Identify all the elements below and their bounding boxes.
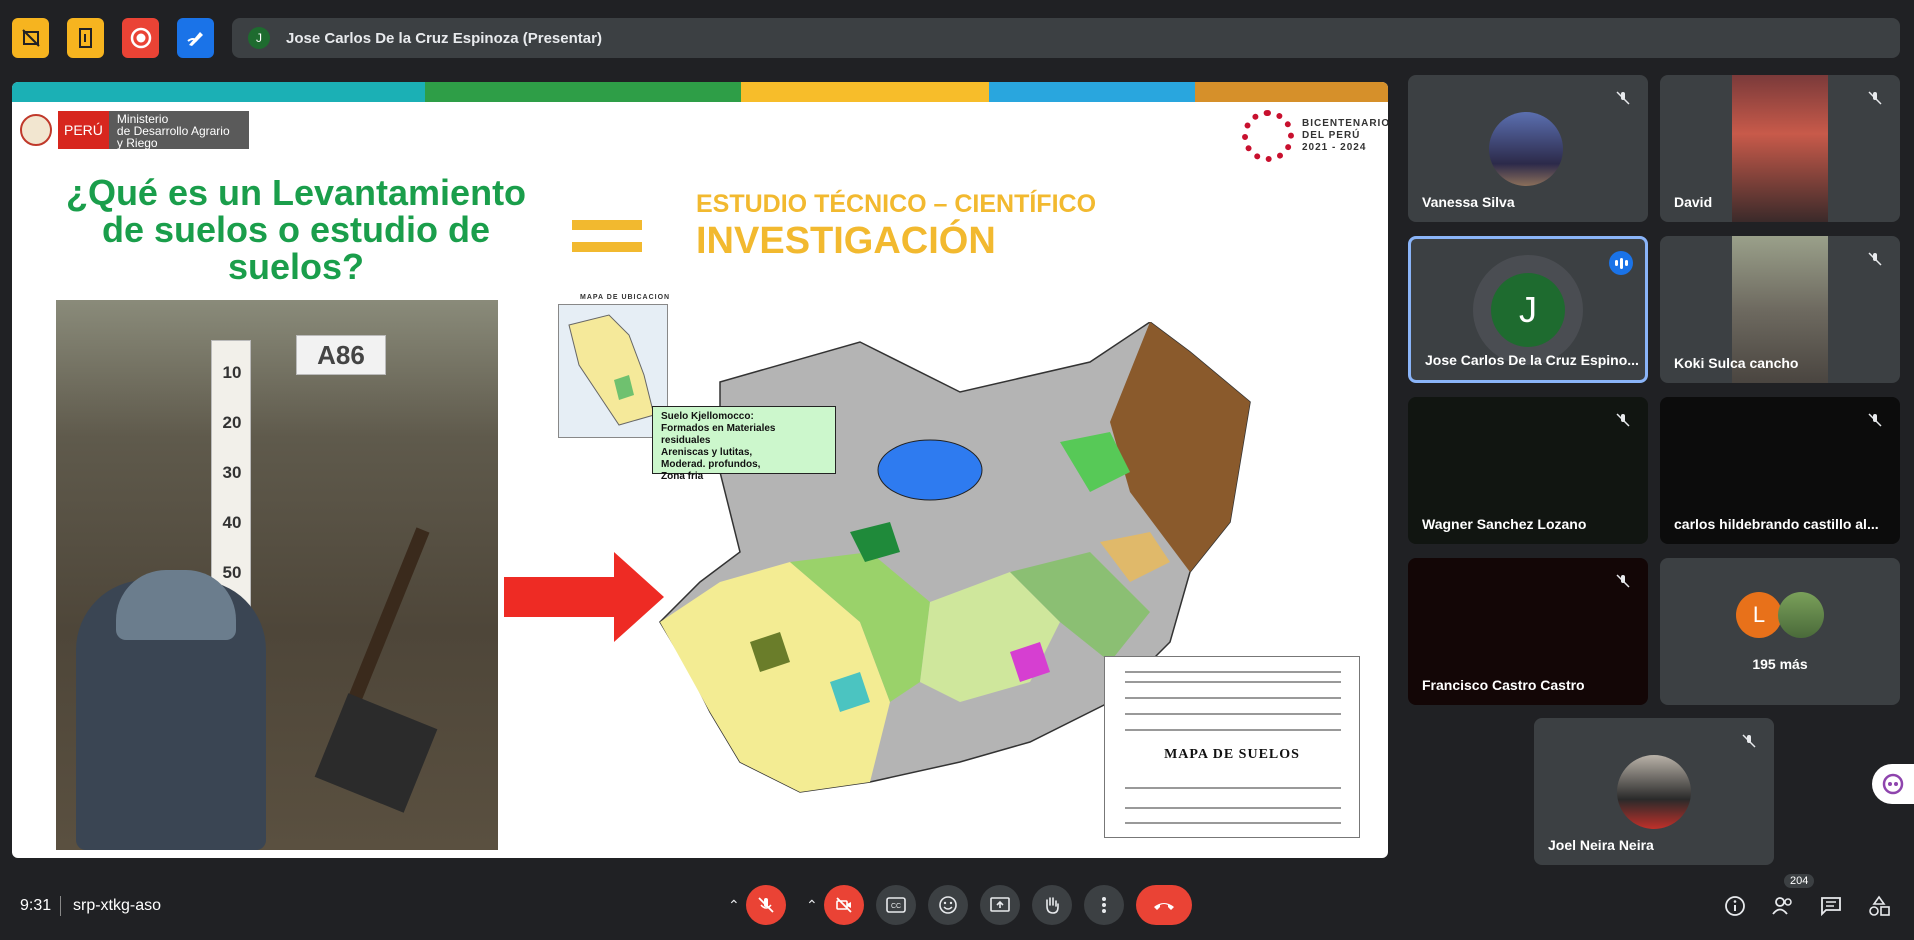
hand-icon [1046, 897, 1059, 914]
meeting-details-button[interactable] [1722, 893, 1748, 919]
ministry-name: Ministerio de Desarrollo Agrario y Riego [108, 111, 249, 149]
participant-tile[interactable]: J Jose Carlos De la Cruz Espino... [1408, 236, 1648, 383]
more-participants-label: 195 más [1752, 656, 1808, 672]
mic-off-icon [1612, 87, 1634, 109]
leave-call-button[interactable] [1136, 885, 1192, 925]
meet-window: J Jose Carlos De la Cruz Espinoza (Prese… [0, 0, 1914, 940]
participant-tile[interactable]: Wagner Sanchez Lozano [1408, 397, 1648, 544]
present-icon [990, 897, 1010, 912]
mic-toggle-button[interactable] [746, 885, 786, 925]
participant-name: carlos hildebrando castillo al... [1674, 516, 1879, 532]
hang-up-icon [1154, 903, 1174, 910]
participant-name: Wagner Sanchez Lozano [1422, 516, 1587, 532]
video-feed [1732, 75, 1828, 222]
raise-hand-button[interactable] [1032, 885, 1072, 925]
shovel-blade [314, 693, 438, 813]
soil-callout: Suelo Kjellomocco: Formados en Materiale… [652, 406, 836, 482]
meeting-code: srp-xtkg-aso [73, 897, 162, 914]
no-captions-icon[interactable] [12, 18, 49, 58]
participant-tile[interactable]: Joel Neira Neira [1534, 718, 1774, 865]
mic-off-icon [1612, 409, 1634, 431]
participant-tile[interactable]: David [1660, 75, 1900, 222]
avatar: L [1736, 592, 1782, 638]
activities-shapes-icon [1869, 895, 1890, 916]
mic-off-icon [758, 897, 774, 913]
avatar [1778, 592, 1824, 638]
captions-icon: CC [886, 897, 906, 913]
captions-button[interactable]: CC [876, 885, 916, 925]
mic-off-icon [1864, 409, 1886, 431]
participant-name: Joel Neira Neira [1548, 837, 1654, 853]
slide-question: ¿Qué es un Levantamiento de suelos o est… [65, 172, 527, 287]
participant-name: Francisco Castro Castro [1422, 677, 1585, 693]
peru-shield-icon [20, 114, 52, 146]
present-screen-button[interactable] [980, 885, 1020, 925]
record-icon[interactable] [122, 18, 159, 58]
participant-tile[interactable]: Vanessa Silva [1408, 75, 1648, 222]
shovel-handle [349, 527, 430, 700]
emoji-icon [939, 896, 957, 914]
mic-off-icon [1612, 570, 1634, 592]
clock-time: 9:31 [20, 897, 52, 914]
info-icon [1725, 896, 1745, 916]
more-vert-icon [1102, 897, 1106, 913]
legend-title: MAPA DE SUELOS [1164, 747, 1300, 762]
whiteboard-pen-icon[interactable] [177, 18, 214, 58]
bicentenario-text: BICENTENARIO DEL PERÚ 2021 - 2024 [1302, 118, 1388, 153]
chat-icon [1821, 897, 1841, 916]
slide-main-title: INVESTIGACIÓN [696, 220, 996, 262]
people-count-badge: 204 [1784, 874, 1815, 888]
equals-sign-icon [572, 220, 642, 264]
presenter-avatar: J [248, 27, 270, 49]
mic-off-icon [1864, 87, 1886, 109]
participant-tile[interactable]: Koki Sulca cancho [1660, 236, 1900, 383]
presenter-label: Jose Carlos De la Cruz Espinoza (Present… [286, 29, 602, 47]
reactions-button[interactable] [928, 885, 968, 925]
mic-off-icon [1864, 248, 1886, 270]
speaking-icon [1609, 251, 1633, 275]
mic-off-icon [1738, 730, 1760, 752]
map-legend: MAPA DE SUELOS [1104, 656, 1360, 838]
video-options-chevron-icon[interactable]: ⌃ [806, 897, 818, 914]
ministry-peru: PERÚ [58, 111, 109, 149]
soil-profile-photo: 10 20 30 40 50 60 70 80 90 A86 [56, 300, 498, 850]
top-toolbar [12, 18, 214, 58]
camera-off-icon [836, 897, 852, 913]
camera-toggle-button[interactable] [824, 885, 864, 925]
chat-button[interactable] [1818, 893, 1844, 919]
sample-tag: A86 [296, 335, 386, 375]
door-exit-icon[interactable] [67, 18, 104, 58]
participant-name: David [1674, 194, 1713, 210]
participant-name: Jose Carlos De la Cruz Espino... [1425, 352, 1639, 368]
avatar [1617, 755, 1691, 829]
more-participants-tile[interactable]: L 195 más [1660, 558, 1900, 705]
slide-color-strip [12, 82, 1388, 102]
presenter-bar[interactable]: J Jose Carlos De la Cruz Espinoza (Prese… [232, 18, 1900, 58]
more-options-button[interactable] [1084, 885, 1124, 925]
participant-name: Vanessa Silva [1422, 194, 1515, 210]
avatar [1489, 112, 1563, 186]
avatar: J [1491, 273, 1565, 347]
participant-tile[interactable]: Francisco Castro Castro [1408, 558, 1648, 705]
ministry-logo: PERÚ Ministerio de Desarrollo Agrario y … [20, 110, 249, 150]
participant-name: Koki Sulca cancho [1674, 355, 1799, 371]
participant-tile[interactable]: carlos hildebrando castillo al... [1660, 397, 1900, 544]
side-panel-widget-icon[interactable] [1872, 764, 1914, 804]
activities-button[interactable] [1866, 893, 1892, 919]
bicentenario-logo: BICENTENARIO DEL PERÚ 2021 - 2024 [1242, 110, 1388, 162]
bicentenario-emblem-icon [1242, 110, 1294, 162]
svg-text:CC: CC [891, 903, 901, 910]
audio-options-chevron-icon[interactable]: ⌃ [728, 897, 740, 914]
mini-map-title: MAPA DE UBICACION [580, 294, 671, 301]
people-button[interactable] [1770, 893, 1796, 919]
slide-subtitle: ESTUDIO TÉCNICO – CIENTÍFICO [696, 190, 1097, 218]
people-icon [1772, 897, 1792, 915]
presentation-slide: PERÚ Ministerio de Desarrollo Agrario y … [12, 82, 1388, 858]
divider [60, 896, 61, 916]
